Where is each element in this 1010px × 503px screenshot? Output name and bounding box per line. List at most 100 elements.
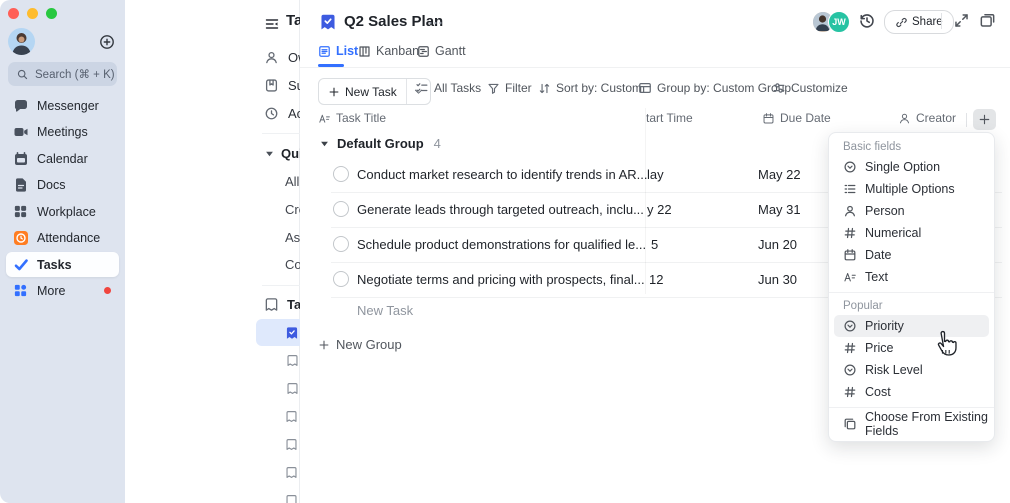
group-header[interactable]: Default Group 4 <box>320 136 441 151</box>
sidebar-item-label: Calendar <box>37 152 88 166</box>
task-checkbox[interactable] <box>333 166 349 182</box>
doc-badge-icon <box>319 13 337 31</box>
menu-item-multiple-options[interactable]: Multiple Options <box>834 178 989 200</box>
menu-item-label: Cost <box>865 385 891 399</box>
user-avatar[interactable] <box>8 28 35 55</box>
column-label: Due Date <box>780 111 831 125</box>
column-label: Creator <box>916 111 956 125</box>
menu-item-date[interactable]: Date <box>834 244 989 266</box>
sidebar-item-meetings[interactable]: Meetings <box>6 119 119 144</box>
menu-item-person[interactable]: Person <box>834 200 989 222</box>
sidebar-item-docs[interactable]: Docs <box>6 172 119 197</box>
sidebar-item-more[interactable]: More <box>6 278 119 303</box>
sidebar-item-label: Workplace <box>37 205 96 219</box>
collaborator-avatar-initials[interactable]: JW <box>828 11 850 33</box>
menu-item-label: Date <box>865 248 891 262</box>
divider <box>829 292 994 293</box>
list-view-icon <box>318 45 331 58</box>
new-task-placeholder[interactable]: New Task <box>357 303 413 318</box>
add-plus-icon[interactable] <box>99 34 115 50</box>
column-creator[interactable]: Creator <box>898 111 956 125</box>
menu-item-label: Price <box>865 341 893 355</box>
sort-button[interactable]: Sort by: Custom <box>538 81 642 95</box>
title-more-icon[interactable] <box>428 19 443 27</box>
task-title[interactable]: Conduct market research to identify tren… <box>357 167 647 182</box>
add-field-button[interactable] <box>973 109 996 130</box>
multi-list-icon <box>843 182 857 196</box>
button-label: Sort by: Custom <box>556 81 642 95</box>
circle-chevron-icon <box>843 363 857 377</box>
customize-button[interactable]: Customize <box>772 81 848 95</box>
side-panel-icon[interactable] <box>979 12 996 29</box>
hash-icon <box>843 226 857 240</box>
button-label: Customize <box>791 81 848 95</box>
search-input[interactable]: Search (⌘ + K) <box>8 62 117 86</box>
person-icon <box>898 112 911 125</box>
sidebar-item-attendance[interactable]: Attendance <box>6 225 119 250</box>
menu-item-risk-level[interactable]: Risk Level <box>834 359 989 381</box>
copy-icon <box>843 417 857 431</box>
menu-item-text[interactable]: Text <box>834 266 989 288</box>
caret-down-icon[interactable] <box>320 139 329 148</box>
sidebar-item-messenger[interactable]: Messenger <box>6 93 119 118</box>
tab-kanban[interactable]: Kanban <box>358 44 419 58</box>
video-camera-icon <box>12 123 29 140</box>
new-task-button[interactable]: New Task <box>318 78 431 105</box>
tab-list[interactable]: List <box>318 44 358 58</box>
share-button[interactable]: Share <box>884 10 954 34</box>
column-task-title[interactable]: Task Title <box>318 111 386 125</box>
close-button[interactable] <box>8 8 19 19</box>
menu-item-single-option[interactable]: Single Option <box>834 156 989 178</box>
sidebar-item-workplace[interactable]: Workplace <box>6 199 119 224</box>
menu-item-choose-existing[interactable]: Choose From Existing Fields <box>834 412 989 436</box>
start-time-value: 5 <box>651 237 658 252</box>
divider <box>966 113 967 127</box>
button-label: All Tasks <box>434 81 481 95</box>
sidebar-item-calendar[interactable]: Calendar <box>6 146 119 171</box>
filter-button[interactable]: Filter <box>487 81 532 95</box>
menu-item-priority[interactable]: Priority <box>834 315 989 337</box>
group-by-button[interactable]: Group by: Custom Group <box>638 81 791 95</box>
task-title[interactable]: Negotiate terms and pricing with prospec… <box>357 272 645 287</box>
task-checkbox[interactable] <box>333 236 349 252</box>
history-icon[interactable] <box>858 12 876 30</box>
task-title[interactable]: Generate leads through targeted outreach… <box>357 202 644 217</box>
sidebar-item-label: Messenger <box>37 99 99 113</box>
sidebar-item-label: Meetings <box>37 125 88 139</box>
document-icon <box>12 176 29 193</box>
start-time-value: y 22 <box>647 202 672 217</box>
sidebar-item-tasks[interactable]: Tasks <box>6 252 119 277</box>
menu-item-price[interactable]: Price <box>834 337 989 359</box>
column-due-date[interactable]: Due Date <box>762 111 831 125</box>
panel-list-icon <box>264 16 280 32</box>
expand-icon[interactable] <box>953 12 970 29</box>
zoom-button[interactable] <box>46 8 57 19</box>
apps-icon <box>12 282 29 299</box>
tab-label: Gantt <box>435 44 466 58</box>
task-title[interactable]: Schedule product demonstrations for qual… <box>357 237 646 252</box>
search-icon <box>16 68 29 81</box>
new-group-label: New Group <box>336 337 402 352</box>
all-tasks-button[interactable]: All Tasks <box>415 81 481 95</box>
menu-item-cost[interactable]: Cost <box>834 381 989 403</box>
sliders-icon <box>772 81 786 95</box>
new-group-button[interactable]: New Group <box>318 337 402 352</box>
traffic-lights <box>8 6 65 24</box>
person-icon <box>264 50 279 65</box>
calendar-icon <box>843 248 857 262</box>
group-by-icon <box>638 81 652 95</box>
task-checkbox[interactable] <box>333 201 349 217</box>
clock-icon <box>264 106 279 121</box>
task-checkbox[interactable] <box>333 271 349 287</box>
menu-item-label: Single Option <box>865 160 940 174</box>
text-a-icon <box>843 270 857 284</box>
column-label: tart Time <box>646 111 693 125</box>
minimize-button[interactable] <box>27 8 38 19</box>
column-start-time[interactable]: tart Time <box>646 111 693 125</box>
tab-gantt[interactable]: Gantt <box>417 44 466 58</box>
plus-icon <box>978 113 991 126</box>
add-field-menu: Basic fields Single Option Multiple Opti… <box>828 132 995 442</box>
menu-item-label: Choose From Existing Fields <box>865 410 989 438</box>
menu-item-numerical[interactable]: Numerical <box>834 222 989 244</box>
tasklist-doc-icon <box>285 410 298 424</box>
